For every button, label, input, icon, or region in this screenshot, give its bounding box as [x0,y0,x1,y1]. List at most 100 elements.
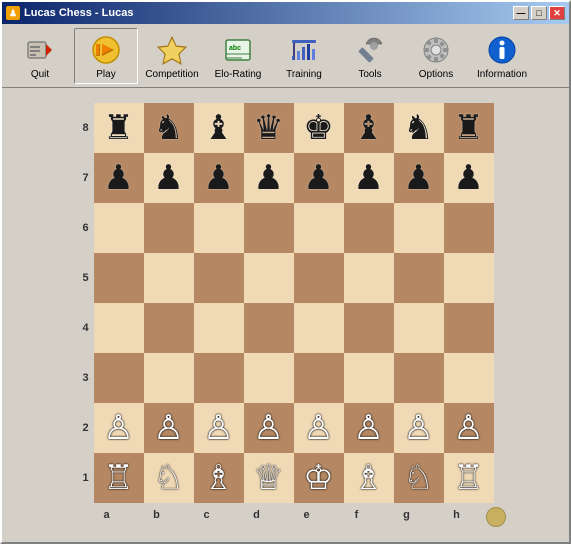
square-f4[interactable] [344,303,394,353]
square-g2[interactable]: ♙ [394,403,444,453]
file-label-f: f [332,507,382,523]
square-h5[interactable] [444,253,494,303]
square-f2[interactable]: ♙ [344,403,394,453]
square-d1[interactable]: ♕ [244,453,294,503]
square-f7[interactable]: ♟ [344,153,394,203]
piece-g8: ♞ [403,111,433,145]
square-h8[interactable]: ♜ [444,103,494,153]
square-a4[interactable] [94,303,144,353]
options-button[interactable]: Options [404,28,468,84]
square-e3[interactable] [294,353,344,403]
square-h6[interactable] [444,203,494,253]
quit-button[interactable]: Quit [8,28,72,84]
board-rank-6: 6 [78,203,494,253]
piece-h1: ♖ [453,461,483,495]
square-d4[interactable] [244,303,294,353]
training-button[interactable]: Training [272,28,336,84]
square-b5[interactable] [144,253,194,303]
title-bar: ♟ Lucas Chess - Lucas — □ ✕ [2,2,569,24]
square-g5[interactable] [394,253,444,303]
square-g6[interactable] [394,203,444,253]
square-a7[interactable]: ♟ [94,153,144,203]
file-labels: abcdefgh [82,507,482,523]
square-a3[interactable] [94,353,144,403]
square-c4[interactable] [194,303,244,353]
square-f8[interactable]: ♝ [344,103,394,153]
square-b1[interactable]: ♘ [144,453,194,503]
square-c7[interactable]: ♟ [194,153,244,203]
square-a6[interactable] [94,203,144,253]
square-a8[interactable]: ♜ [94,103,144,153]
minimize-button[interactable]: — [513,6,529,20]
square-c1[interactable]: ♗ [194,453,244,503]
square-c2[interactable]: ♙ [194,403,244,453]
square-f3[interactable] [344,353,394,403]
square-b7[interactable]: ♟ [144,153,194,203]
square-e1[interactable]: ♔ [294,453,344,503]
information-button[interactable]: Information [470,28,534,84]
window-title: Lucas Chess - Lucas [24,7,133,19]
square-h3[interactable] [444,353,494,403]
maximize-button[interactable]: □ [531,6,547,20]
square-e6[interactable] [294,203,344,253]
file-label-c: c [182,507,232,523]
square-e8[interactable]: ♚ [294,103,344,153]
square-h1[interactable]: ♖ [444,453,494,503]
square-g3[interactable] [394,353,444,403]
square-b8[interactable]: ♞ [144,103,194,153]
piece-c8: ♝ [203,111,233,145]
competition-icon [154,32,190,68]
square-e4[interactable] [294,303,344,353]
tools-label: Tools [358,69,381,80]
square-a5[interactable] [94,253,144,303]
tools-button[interactable]: Tools [338,28,402,84]
square-d2[interactable]: ♙ [244,403,294,453]
square-b4[interactable] [144,303,194,353]
square-c8[interactable]: ♝ [194,103,244,153]
square-d3[interactable] [244,353,294,403]
square-b6[interactable] [144,203,194,253]
square-a1[interactable]: ♖ [94,453,144,503]
rank-label-3: 3 [78,353,94,403]
svg-text:abc: abc [229,45,241,52]
square-h2[interactable]: ♙ [444,403,494,453]
square-a2[interactable]: ♙ [94,403,144,453]
square-d6[interactable] [244,203,294,253]
square-e2[interactable]: ♙ [294,403,344,453]
square-h4[interactable] [444,303,494,353]
board-rank-7: 7♟♟♟♟♟♟♟♟ [78,153,494,203]
rank-label-2: 2 [78,403,94,453]
square-g4[interactable] [394,303,444,353]
piece-f8: ♝ [353,111,383,145]
square-c3[interactable] [194,353,244,403]
competition-button[interactable]: Competition [140,28,204,84]
square-f6[interactable] [344,203,394,253]
square-g1[interactable]: ♘ [394,453,444,503]
board-rank-3: 3 [78,353,494,403]
piece-c7: ♟ [203,161,233,195]
elo-rating-button[interactable]: abc Elo-Rating [206,28,270,84]
rank-label-6: 6 [78,203,94,253]
options-label: Options [419,69,453,80]
square-b2[interactable]: ♙ [144,403,194,453]
square-b3[interactable] [144,353,194,403]
piece-e8: ♚ [303,111,333,145]
title-bar-left: ♟ Lucas Chess - Lucas [6,6,133,20]
square-d5[interactable] [244,253,294,303]
square-f1[interactable]: ♗ [344,453,394,503]
square-c6[interactable] [194,203,244,253]
piece-h8: ♜ [453,111,483,145]
play-button[interactable]: Play [74,28,138,84]
square-c5[interactable] [194,253,244,303]
close-button[interactable]: ✕ [549,6,565,20]
square-g7[interactable]: ♟ [394,153,444,203]
information-icon [484,32,520,68]
square-e5[interactable] [294,253,344,303]
square-h7[interactable]: ♟ [444,153,494,203]
square-g8[interactable]: ♞ [394,103,444,153]
square-e7[interactable]: ♟ [294,153,344,203]
main-window: ♟ Lucas Chess - Lucas — □ ✕ Quit [0,0,571,544]
square-f5[interactable] [344,253,394,303]
square-d7[interactable]: ♟ [244,153,294,203]
square-d8[interactable]: ♛ [244,103,294,153]
